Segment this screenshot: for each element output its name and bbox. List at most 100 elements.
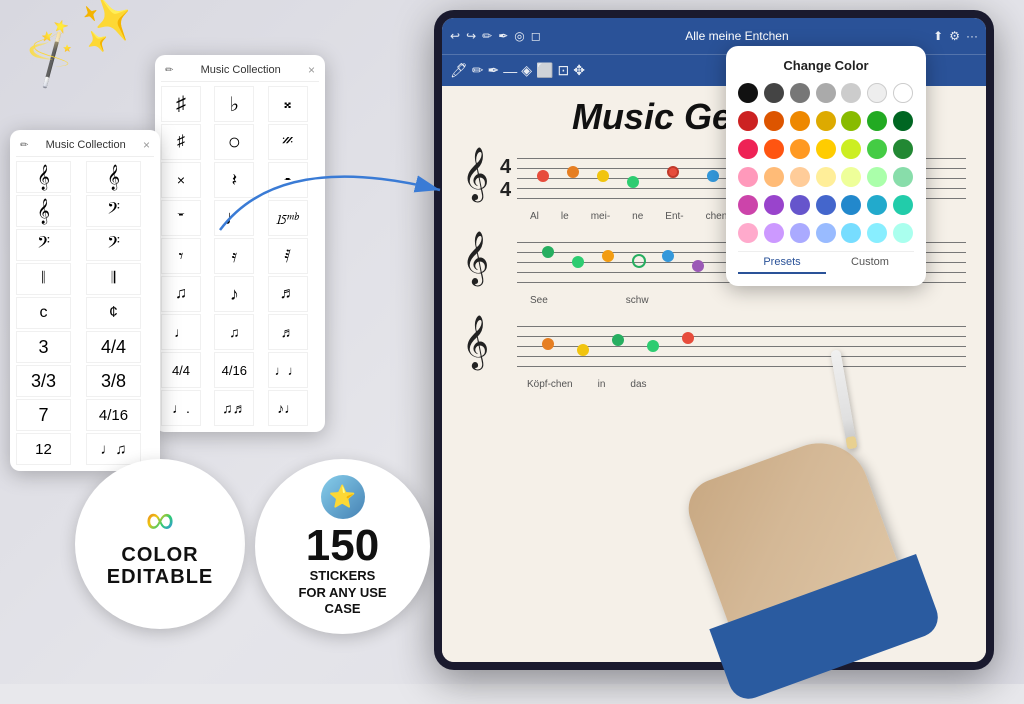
color-light-lime[interactable] <box>841 167 861 187</box>
pencil2-icon[interactable]: ✒ <box>488 62 500 79</box>
sticker-cell[interactable]: 7 <box>16 399 71 431</box>
sticker-cell[interactable]: 3 <box>16 331 71 363</box>
sticker-cell[interactable]: 4/16 <box>214 352 254 388</box>
circle-icon[interactable]: ◎ <box>514 29 524 43</box>
sticker-cell[interactable]: 3/8 <box>86 365 141 397</box>
sticker-cell[interactable]: ♭ <box>214 86 254 122</box>
color-light-pink[interactable] <box>738 167 758 187</box>
color-white2[interactable] <box>893 83 913 103</box>
sticker-cell[interactable]: 𝄞 <box>16 161 71 193</box>
color-pale-mint[interactable] <box>893 223 913 243</box>
brush-icon[interactable]: 🖊 <box>450 62 468 79</box>
color-purple[interactable] <box>764 195 784 215</box>
color-red-orange[interactable] <box>764 139 784 159</box>
share-icon[interactable]: ⬆ <box>933 29 943 43</box>
sticker-cell[interactable]: ♩♩ <box>268 352 308 388</box>
color-light-blue[interactable] <box>816 223 836 243</box>
custom-tab[interactable]: Custom <box>826 252 914 274</box>
settings-icon[interactable]: ⚙ <box>949 29 960 43</box>
color-orange-red[interactable] <box>764 111 784 131</box>
sticker-cell[interactable]: 𝄻 <box>161 200 201 236</box>
sticker-cell[interactable]: ♩ <box>161 314 201 350</box>
color-lime[interactable] <box>841 111 861 131</box>
sticker-cell[interactable]: ♬ <box>268 276 308 312</box>
sticker-cell[interactable]: 𝄂 <box>86 263 141 295</box>
sticker-cell[interactable]: 𝄞 <box>86 161 141 193</box>
sticker-cell[interactable]: 𝅀 <box>268 238 308 274</box>
color-gray[interactable] <box>790 83 810 103</box>
color-skin[interactable] <box>790 167 810 187</box>
color-light-green[interactable] <box>867 167 887 187</box>
color-mint[interactable] <box>893 167 913 187</box>
sticker-cell[interactable]: ¢ <box>86 297 141 329</box>
color-periwinkle[interactable] <box>790 223 810 243</box>
sticker-cell[interactable]: 𝄿 <box>214 238 254 274</box>
select-icon[interactable]: ⊡ <box>557 62 569 79</box>
sticker-cell[interactable]: × <box>161 162 201 198</box>
sticker-cell[interactable]: ○ <box>214 124 254 160</box>
sticker-cell[interactable]: 𝄢 <box>86 195 141 227</box>
color-light-cyan[interactable] <box>867 223 887 243</box>
more-icon[interactable]: ··· <box>966 29 978 43</box>
sticker-cell[interactable]: 𝄏 <box>268 124 308 160</box>
color-lightgray[interactable] <box>816 83 836 103</box>
redo-icon[interactable]: ↪ <box>466 29 476 43</box>
line-icon[interactable]: — <box>503 63 517 79</box>
sticker-cell[interactable]: ♬ <box>268 314 308 350</box>
sticker-cell[interactable]: ♩ <box>214 200 254 236</box>
color-amber[interactable] <box>790 139 810 159</box>
sticker-cell[interactable]: 𝄀𝄁 <box>16 263 71 295</box>
color-darkgray[interactable] <box>764 83 784 103</box>
sticker-cell[interactable]: ♯ <box>161 86 201 122</box>
color-peach[interactable] <box>764 167 784 187</box>
undo-icon[interactable]: ↩ <box>450 29 460 43</box>
sticker-cell[interactable]: 3/3 <box>16 365 71 397</box>
sticker-cell[interactable]: ♫ <box>161 276 201 312</box>
color-orange[interactable] <box>790 111 810 131</box>
close-button-front[interactable]: × <box>143 138 150 152</box>
color-forest-green[interactable] <box>893 139 913 159</box>
close-button-back[interactable]: × <box>308 63 315 77</box>
sticker-cell[interactable]: 𝄽 <box>214 162 254 198</box>
color-white[interactable] <box>867 83 887 103</box>
sticker-cell[interactable]: ♫♬ <box>214 390 254 426</box>
color-light-yellow[interactable] <box>816 167 836 187</box>
color-purple-pink[interactable] <box>738 195 758 215</box>
sticker-cell[interactable]: 𝄢 <box>16 229 71 261</box>
fill-icon[interactable]: ◈ <box>521 62 532 79</box>
color-medium-green[interactable] <box>867 139 887 159</box>
eraser2-icon[interactable]: ⬜ <box>536 62 553 79</box>
color-black[interactable] <box>738 83 758 103</box>
sticker-cell[interactable]: ♪ <box>214 276 254 312</box>
sticker-cell[interactable]: 𝄹 <box>268 200 308 236</box>
sticker-cell[interactable]: 𝄞 <box>16 195 71 227</box>
sticker-cell[interactable]: 4/16 <box>86 399 141 431</box>
sticker-cell[interactable]: 𝄼 <box>268 162 308 198</box>
sticker-cell[interactable]: 𝄾 <box>161 238 201 274</box>
color-yellow-green[interactable] <box>841 139 861 159</box>
sticker-cell[interactable]: ♫ <box>214 314 254 350</box>
sticker-cell[interactable]: ♩♫ <box>86 433 141 465</box>
eraser-icon[interactable]: ◻ <box>531 29 541 43</box>
sticker-cell[interactable]: 𝄪 <box>268 86 308 122</box>
sticker-cell[interactable]: ♯ <box>161 124 201 160</box>
color-pink-red[interactable] <box>738 139 758 159</box>
color-light-pink2[interactable] <box>738 223 758 243</box>
color-silver[interactable] <box>841 83 861 103</box>
sticker-cell[interactable]: 𝄢 <box>86 229 141 261</box>
sticker-cell[interactable]: 4/4 <box>86 331 141 363</box>
marker-icon[interactable]: ✏ <box>472 62 484 79</box>
sticker-cell[interactable]: 12 <box>16 433 71 465</box>
move-icon[interactable]: ✥ <box>573 62 585 79</box>
sticker-cell[interactable]: c <box>16 297 71 329</box>
color-cyan-green[interactable] <box>893 195 913 215</box>
presets-tab[interactable]: Presets <box>738 252 826 274</box>
color-gold[interactable] <box>816 111 836 131</box>
color-lavender[interactable] <box>764 223 784 243</box>
sticker-cell[interactable]: 4/4 <box>161 352 201 388</box>
color-dark-green[interactable] <box>893 111 913 131</box>
color-green[interactable] <box>867 111 887 131</box>
color-red[interactable] <box>738 111 758 131</box>
color-teal[interactable] <box>867 195 887 215</box>
sticker-cell[interactable]: ♩. <box>161 390 201 426</box>
